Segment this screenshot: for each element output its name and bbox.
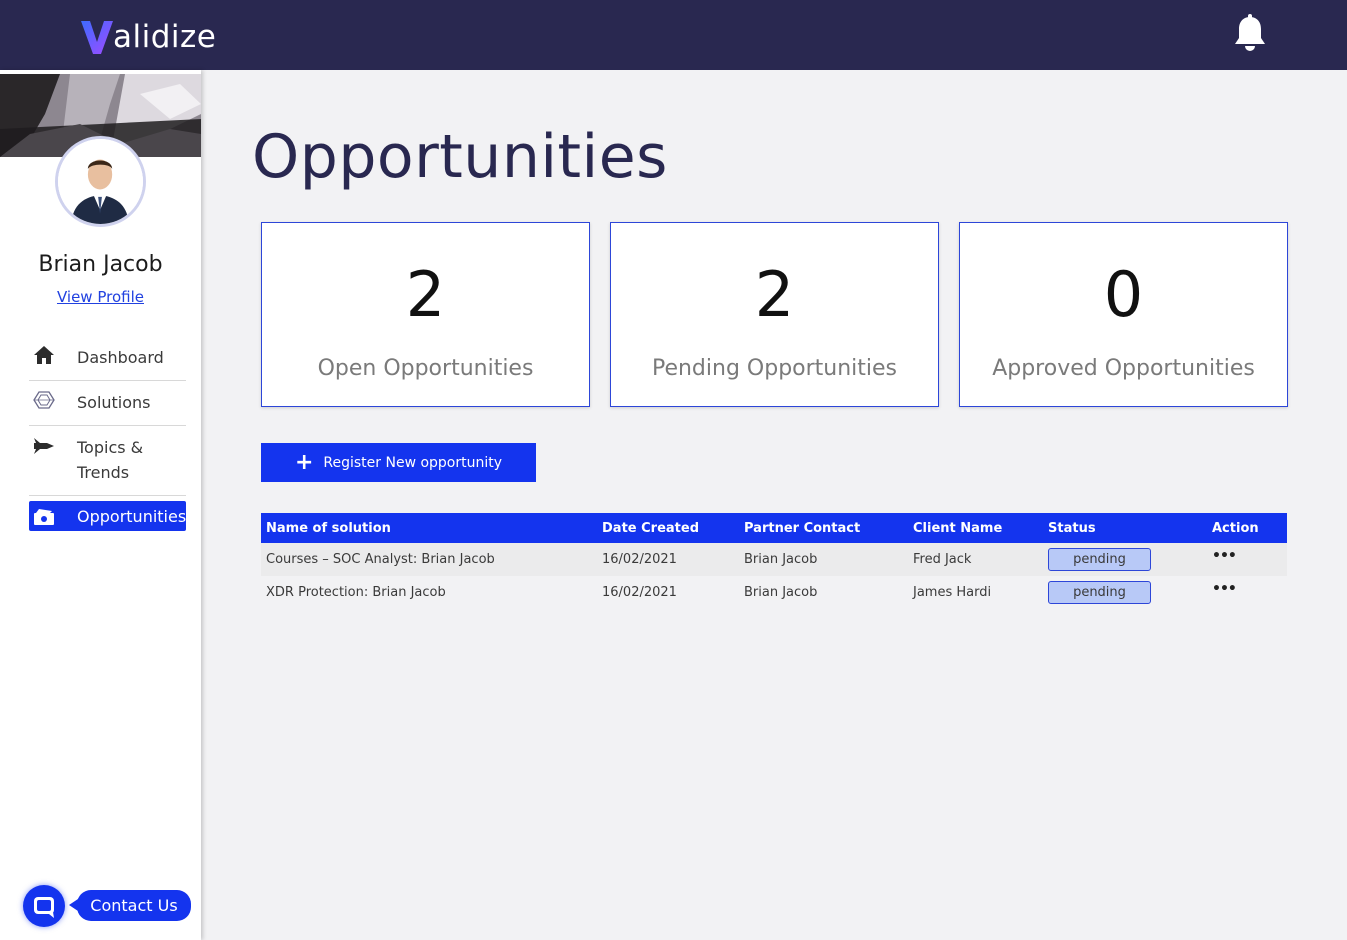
validize-v-logo-icon	[81, 21, 113, 54]
stat-value: 2	[754, 258, 795, 331]
rocket-icon	[34, 438, 54, 454]
stat-label: Pending Opportunities	[651, 356, 898, 381]
table-row[interactable]: XDR Protection: Brian Jacob 16/02/2021 B…	[261, 576, 1287, 609]
status-badge: pending	[1048, 581, 1151, 604]
stat-label: Approved Opportunities	[992, 356, 1255, 381]
sidebar-item-solutions[interactable]: Solutions	[29, 381, 186, 426]
cell-client: Fred Jack	[913, 552, 972, 567]
plus-icon: +	[294, 449, 314, 475]
more-actions-icon[interactable]: •••	[1212, 548, 1237, 564]
stat-card-approved: 0 Approved Opportunities	[959, 222, 1288, 407]
cell-name: Courses – SOC Analyst: Brian Jacob	[266, 552, 495, 567]
cell-date: 16/02/2021	[602, 585, 677, 600]
stat-card-pending: 2 Pending Opportunities	[610, 222, 939, 407]
table-row[interactable]: Courses – SOC Analyst: Brian Jacob 16/02…	[261, 543, 1287, 576]
cell-name: XDR Protection: Brian Jacob	[266, 585, 446, 600]
header-status[interactable]: Status	[1048, 521, 1096, 536]
hexagon-icon	[33, 391, 55, 409]
sidebar-nav: Dashboard Solutions Topics & Trends Oppo…	[29, 336, 186, 531]
sidebar-item-label: Solutions	[77, 393, 151, 412]
cell-client: James Hardi	[913, 585, 992, 600]
cell-partner: Brian Jacob	[744, 585, 818, 600]
money-icon	[34, 509, 54, 525]
sidebar-item-opportunities[interactable]: Opportunities	[29, 501, 186, 531]
more-actions-icon[interactable]: •••	[1212, 581, 1237, 597]
sidebar-item-label: Dashboard	[77, 348, 164, 367]
stat-value: 0	[1103, 258, 1144, 331]
home-icon	[34, 346, 54, 364]
register-button-label: Register New opportunity	[323, 454, 503, 471]
sidebar-item-topics-trends[interactable]: Topics & Trends	[29, 426, 186, 496]
register-opportunity-button[interactable]: + Register New opportunity	[261, 443, 536, 482]
logo[interactable]: alidize	[80, 14, 216, 56]
stat-label: Open Opportunities	[317, 356, 534, 381]
opportunities-table: Name of solution Date Created Partner Co…	[261, 513, 1287, 609]
sidebar-item-label: Topics & Trends	[77, 438, 144, 482]
header-client[interactable]: Client Name	[913, 521, 1002, 536]
header-partner[interactable]: Partner Contact	[744, 521, 860, 536]
sidebar-item-dashboard[interactable]: Dashboard	[29, 336, 186, 381]
stat-value: 2	[405, 258, 446, 331]
header-action: Action	[1212, 521, 1259, 536]
chat-bubble-icon	[34, 897, 54, 918]
avatar[interactable]	[55, 136, 146, 227]
sidebar-item-label: Opportunities	[77, 507, 187, 526]
cell-date: 16/02/2021	[602, 552, 677, 567]
contact-us-button[interactable]: Contact Us	[77, 890, 191, 921]
header-date[interactable]: Date Created	[602, 521, 699, 536]
header-name[interactable]: Name of solution	[266, 521, 391, 536]
cell-partner: Brian Jacob	[744, 552, 818, 567]
status-badge: pending	[1048, 548, 1151, 571]
logo-text: alidize	[113, 19, 217, 55]
view-profile-link[interactable]: View Profile	[0, 288, 201, 306]
bell-icon[interactable]	[1232, 14, 1268, 54]
stat-card-open: 2 Open Opportunities	[261, 222, 590, 407]
chat-button[interactable]	[23, 885, 65, 927]
sidebar: Brian Jacob View Profile Dashboard Solut…	[0, 70, 201, 940]
table-header: Name of solution Date Created Partner Co…	[261, 513, 1287, 543]
profile-name: Brian Jacob	[38, 252, 163, 277]
page-title: Opportunities	[252, 122, 668, 192]
top-navbar: alidize	[0, 0, 1347, 70]
